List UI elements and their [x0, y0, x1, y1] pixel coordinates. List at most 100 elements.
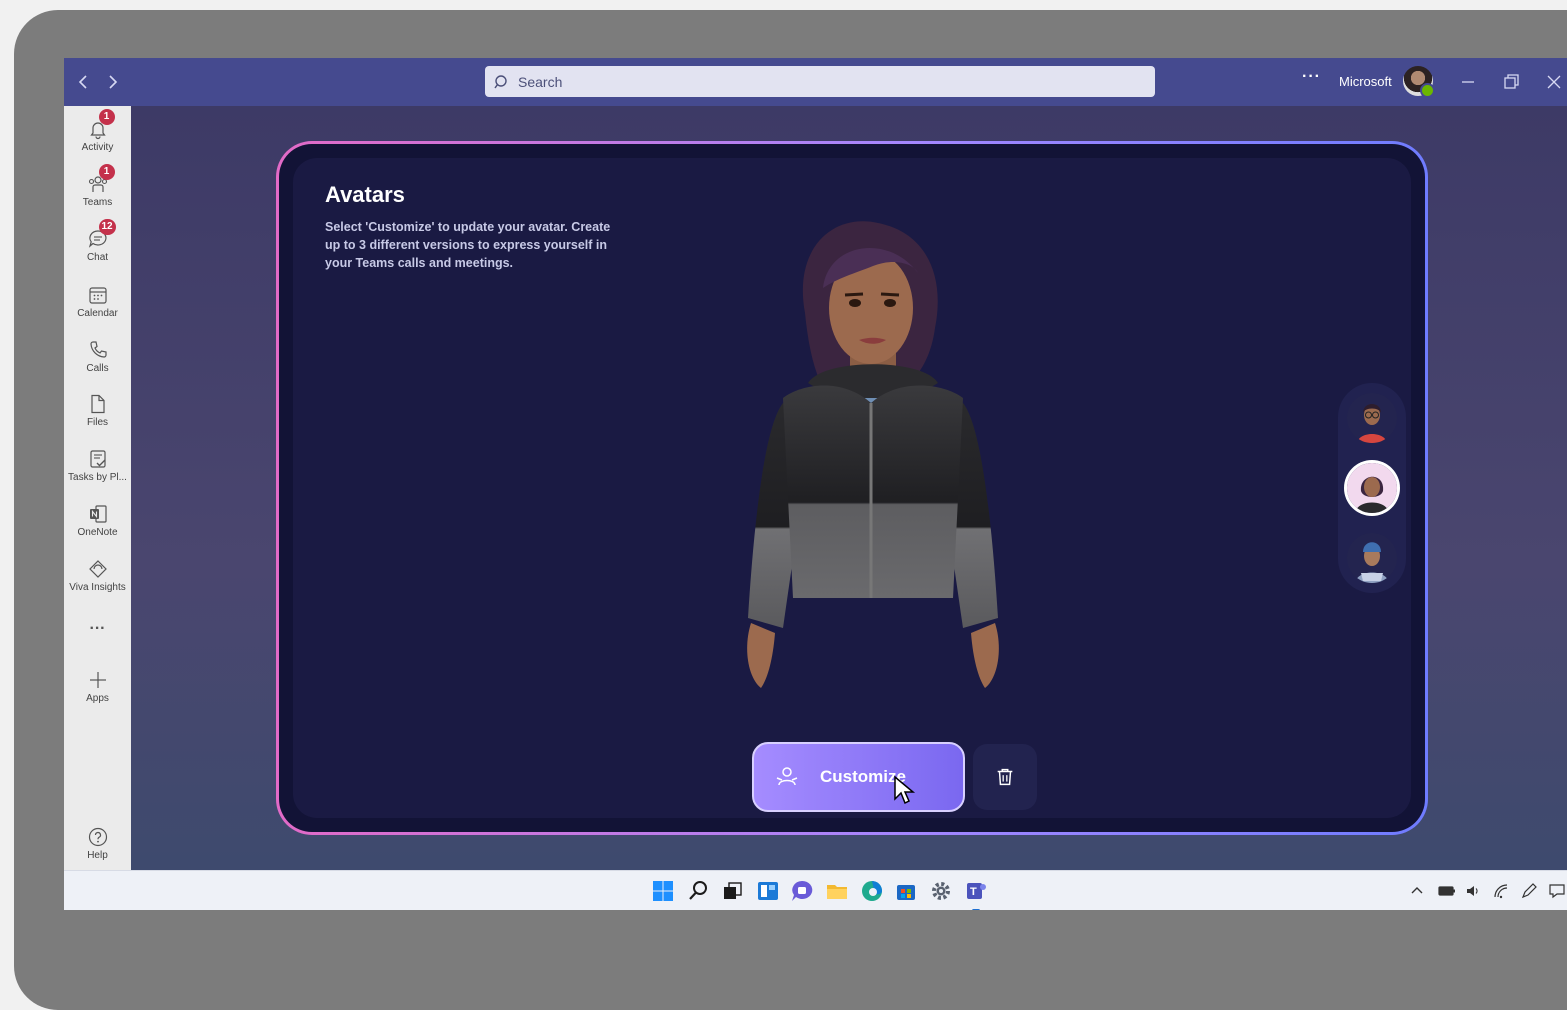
pen-icon	[1521, 883, 1537, 899]
chevron-right-icon	[109, 75, 118, 89]
avatars-panel-frame: Avatars Select 'Customize' to update you…	[276, 141, 1428, 835]
minimize-button[interactable]	[1456, 70, 1480, 94]
taskbar-edge-button[interactable]	[860, 879, 884, 903]
windows-taskbar: T	[64, 870, 1567, 910]
onenote-icon	[89, 505, 107, 523]
avatars-stage: Avatars Select 'Customize' to update you…	[131, 106, 1567, 870]
page-description: Select 'Customize' to update your avatar…	[325, 220, 611, 270]
rail-item-label: Teams	[82, 197, 113, 208]
task-view-icon	[724, 882, 742, 899]
organization-name[interactable]: Microsoft	[1339, 74, 1392, 89]
taskbar-file-explorer-button[interactable]	[825, 879, 849, 903]
taskbar-settings-button[interactable]	[929, 879, 953, 903]
back-button[interactable]	[72, 70, 96, 94]
avatar-option-3[interactable]	[1347, 533, 1397, 583]
settings-gear-icon	[932, 882, 950, 900]
avatar-thumbnail	[1347, 533, 1397, 583]
avatar-customize-icon	[776, 767, 798, 786]
taskbar-search-button[interactable]	[686, 879, 710, 903]
file-icon	[90, 394, 105, 414]
app-rail: 1 Activity 1 Teams 12 Chat Calendar Call…	[64, 106, 131, 870]
taskbar-teams-button[interactable]: T	[964, 879, 988, 910]
chat-badge: 12	[98, 219, 116, 235]
rail-item-tasks[interactable]: Tasks by Pl...	[64, 448, 131, 483]
taskbar-start-button[interactable]	[651, 879, 675, 903]
tray-pen-button[interactable]	[1520, 882, 1538, 900]
avatar-preview[interactable]	[713, 218, 1033, 718]
notification-icon	[1549, 884, 1565, 899]
rail-item-viva-insights[interactable]: Viva Insights	[64, 558, 131, 593]
rail-item-onenote[interactable]: OneNote	[64, 503, 131, 538]
minimize-icon	[1462, 81, 1474, 83]
page-title: Avatars	[325, 182, 405, 207]
taskbar-task-view-button[interactable]	[720, 879, 744, 903]
teams-badge: 1	[98, 164, 115, 180]
wifi-icon	[1494, 884, 1508, 899]
search-input[interactable]	[516, 72, 1120, 91]
trash-icon	[997, 768, 1013, 786]
title-bar: ··· Microsoft	[64, 58, 1567, 106]
viva-insights-icon	[88, 560, 107, 578]
rail-item-files[interactable]: Files	[64, 393, 131, 428]
avatar-switcher	[1338, 383, 1406, 593]
tray-overflow-button[interactable]	[1408, 882, 1426, 900]
close-button[interactable]	[1542, 70, 1566, 94]
tray-notifications-button[interactable]	[1548, 882, 1566, 900]
rail-item-label: Activity	[81, 142, 114, 153]
avatars-panel-border: Avatars Select 'Customize' to update you…	[279, 144, 1425, 832]
avatar-thumbnail	[1347, 393, 1397, 443]
taskbar-widgets-button[interactable]	[756, 879, 780, 903]
forward-button[interactable]	[100, 70, 124, 94]
avatar-option-2[interactable]	[1347, 463, 1397, 513]
tray-battery-button[interactable]	[1438, 882, 1456, 900]
rail-item-teams[interactable]: 1 Teams	[64, 164, 131, 208]
volume-icon	[1467, 886, 1478, 896]
rail-item-apps[interactable]: Apps	[64, 669, 131, 704]
customize-button[interactable]: Customize	[752, 742, 965, 812]
rail-item-calendar[interactable]: Calendar	[64, 284, 131, 319]
activity-badge: 1	[98, 109, 115, 125]
taskbar-store-button[interactable]	[894, 879, 918, 903]
tray-network-button[interactable]	[1492, 882, 1510, 900]
search-box[interactable]	[485, 66, 1155, 97]
active-app-indicator	[972, 909, 980, 910]
store-icon	[897, 885, 915, 900]
presence-status-icon	[1420, 83, 1435, 98]
more-options-button[interactable]: ···	[1302, 68, 1321, 86]
rail-item-chat[interactable]: 12 Chat	[64, 219, 131, 263]
teams-chat-icon	[792, 880, 813, 901]
mouse-cursor-icon	[894, 775, 916, 805]
plus-icon	[89, 672, 106, 688]
svg-text:T: T	[970, 886, 977, 898]
rail-item-help[interactable]: Help	[64, 826, 131, 861]
chevron-left-icon	[78, 75, 87, 89]
teams-app-icon: T	[967, 883, 986, 899]
rail-item-label: Viva Insights	[69, 582, 126, 593]
rail-more-button[interactable]: ···	[64, 618, 131, 638]
rail-item-label: Files	[86, 417, 109, 428]
rail-item-label: Calendar	[77, 308, 118, 319]
edge-icon	[862, 881, 882, 901]
widgets-icon	[758, 882, 778, 900]
close-icon	[1547, 75, 1561, 89]
chevron-up-icon	[1411, 887, 1423, 894]
restore-button[interactable]	[1499, 70, 1523, 94]
rail-item-calls[interactable]: Calls	[64, 339, 131, 374]
rail-item-label: Apps	[86, 693, 109, 704]
profile-avatar[interactable]	[1403, 66, 1435, 98]
rail-item-label: OneNote	[77, 527, 118, 538]
folder-icon	[827, 885, 847, 899]
avatar-option-1[interactable]	[1347, 393, 1397, 443]
windows-start-icon	[653, 881, 673, 901]
phone-icon	[89, 341, 107, 358]
restore-icon	[1504, 74, 1519, 89]
rail-item-activity[interactable]: 1 Activity	[64, 109, 131, 153]
search-icon	[689, 881, 707, 900]
taskbar-chat-button[interactable]	[790, 879, 814, 903]
tray-volume-button[interactable]	[1464, 882, 1482, 900]
more-apps-icon: ···	[89, 620, 106, 637]
rail-item-label: Calls	[86, 363, 109, 374]
help-icon	[88, 827, 107, 847]
delete-avatar-button[interactable]	[973, 744, 1037, 810]
avatars-panel: Avatars Select 'Customize' to update you…	[293, 158, 1411, 818]
